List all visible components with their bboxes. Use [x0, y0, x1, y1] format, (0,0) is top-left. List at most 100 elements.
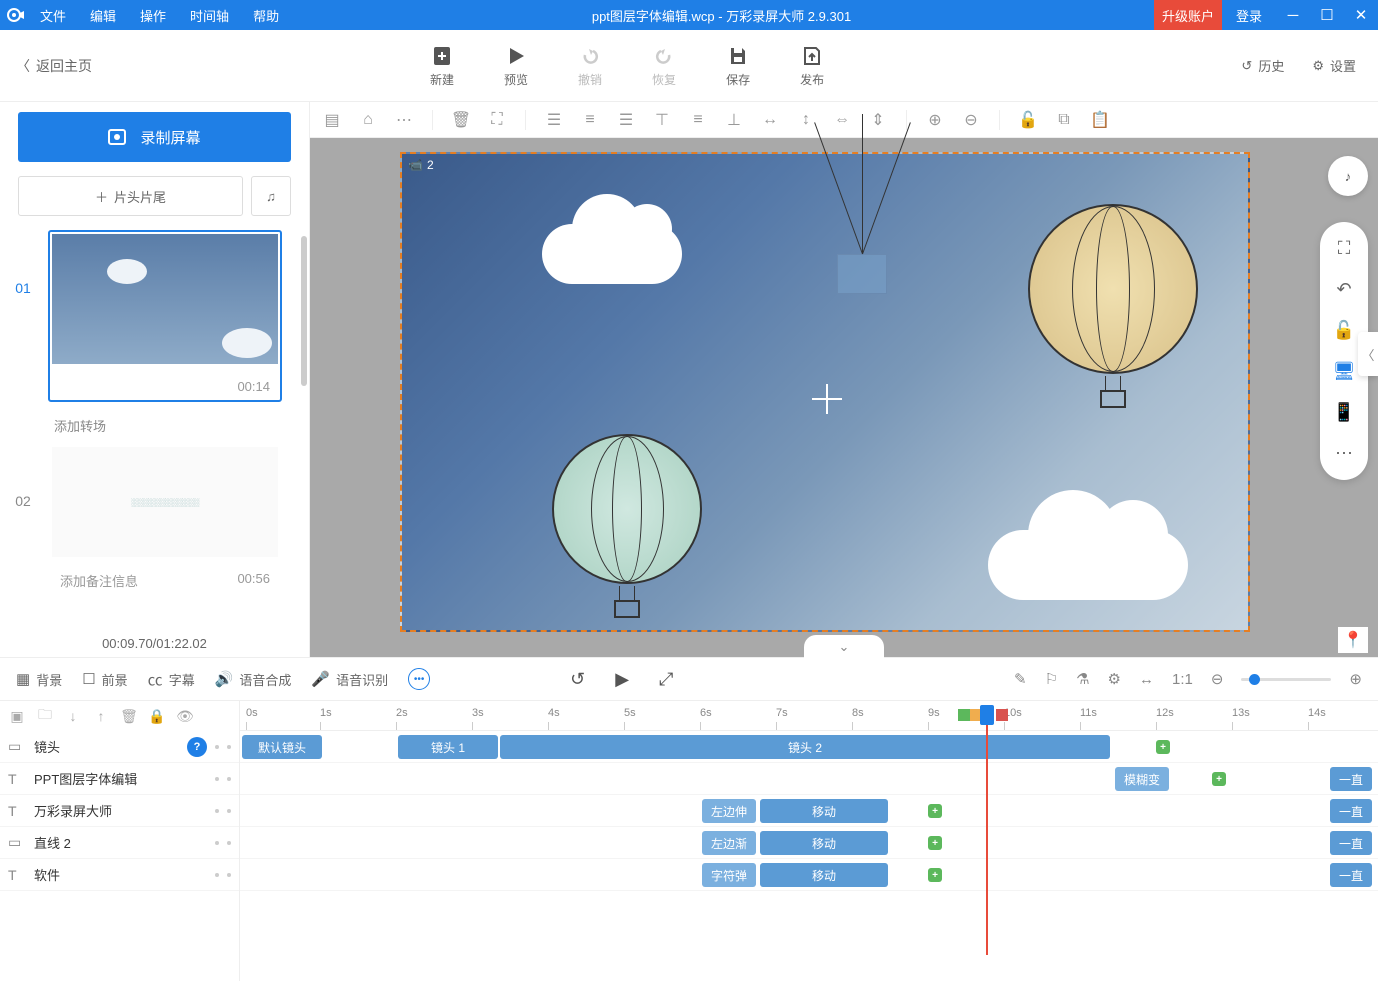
settings-icon[interactable]: ⚙ [1108, 670, 1121, 688]
timeline-ruler[interactable]: 0s 1s 2s 3s 4s 5s 6s 7s 8s 9s 10s 11s 12… [240, 701, 1378, 731]
paste-icon[interactable]: 📋 [1088, 108, 1112, 132]
minimize-button[interactable]: ─ [1276, 0, 1310, 30]
trash-icon[interactable]: 🗑 [120, 708, 138, 725]
zoom-slider[interactable] [1241, 678, 1331, 681]
add-track-icon[interactable]: ▣ [8, 708, 26, 725]
mobile-icon[interactable]: 📱 [1333, 402, 1355, 423]
unlock-icon[interactable]: 🔓 [1016, 108, 1040, 132]
copy-icon[interactable]: ⧉ [1052, 108, 1076, 132]
tab-asr[interactable]: 🎤语音识别 [311, 670, 388, 689]
clip-shot2[interactable]: 镜头 2 [500, 735, 1110, 759]
canvas-stage[interactable]: 📹2 [400, 152, 1250, 632]
align-top-icon[interactable]: ⊤ [650, 108, 674, 132]
more-tabs-button[interactable]: ••• [408, 668, 430, 690]
new-button[interactable]: 新建 [430, 43, 454, 88]
align-bottom-icon[interactable]: ⊥ [722, 108, 746, 132]
folder-icon[interactable]: 🗀 [36, 704, 54, 728]
zoom-out-icon[interactable]: ⊖ [1211, 670, 1224, 688]
add-keyframe-button[interactable]: + [928, 836, 942, 850]
record-screen-button[interactable]: 录制屏幕 [18, 112, 291, 162]
tab-foreground[interactable]: ☐前景 [82, 670, 127, 689]
add-keyframe-button[interactable]: + [928, 804, 942, 818]
menu-edit[interactable]: 编辑 [80, 1, 126, 30]
track-line[interactable]: ▭ 直线 2 [0, 827, 239, 859]
add-keyframe-button[interactable]: + [1156, 740, 1170, 754]
edit-icon[interactable]: ✎ [1014, 670, 1027, 688]
redo-button[interactable]: 恢复 [652, 43, 676, 88]
maximize-button[interactable]: ☐ [1310, 0, 1344, 30]
tab-background[interactable]: ▦背景 [16, 670, 62, 689]
ratio-icon[interactable]: 1:1 [1172, 671, 1193, 688]
collapse-canvas-button[interactable]: ⌄ [804, 635, 884, 659]
clip-chartype[interactable]: 字符弹 [702, 863, 756, 887]
music-float-button[interactable]: ♪ [1328, 156, 1368, 196]
align-center-icon[interactable]: ≡ [578, 108, 602, 132]
desktop-icon[interactable]: 🖥 [1333, 361, 1356, 382]
clip-always[interactable]: 一直 [1330, 831, 1372, 855]
clip-default-shot[interactable]: 默认镜头 [242, 735, 322, 759]
more-icon[interactable]: ⋯ [1335, 443, 1353, 464]
focus-icon[interactable]: ⛶ [485, 108, 509, 132]
rewind-button[interactable]: ↺ [570, 669, 585, 690]
clip-shot1[interactable]: 镜头 1 [398, 735, 498, 759]
clip-stretch[interactable]: 左边伸 [702, 799, 756, 823]
tab-subtitle[interactable]: ㏄字幕 [148, 669, 195, 690]
eye-icon[interactable]: 👁 [176, 708, 194, 725]
side-panel-toggle[interactable]: 〈 [1358, 332, 1378, 376]
track-camera[interactable]: ▭ 镜头 ? [0, 731, 239, 763]
settings-button[interactable]: ⚙设置 [1312, 56, 1356, 75]
up-icon[interactable]: ↑ [92, 708, 110, 724]
layer-panel-icon[interactable]: ▤ [320, 108, 344, 132]
preview-button[interactable]: 预览 [504, 43, 528, 88]
home-icon[interactable]: ⌂ [356, 108, 380, 132]
clip-move[interactable]: 移动 [760, 831, 888, 855]
scrollbar[interactable] [301, 236, 307, 386]
align-right-icon[interactable]: ☰ [614, 108, 638, 132]
align-left-icon[interactable]: ☰ [542, 108, 566, 132]
lock-icon[interactable]: 🔒 [148, 708, 166, 725]
track-text-2[interactable]: T 万彩录屏大师 [0, 795, 239, 827]
tab-tts[interactable]: 🔊语音合成 [215, 670, 292, 689]
clip-move[interactable]: 移动 [760, 799, 888, 823]
zoom-out-icon[interactable]: ⊖ [959, 108, 983, 132]
trash-icon[interactable]: 🗑 [449, 108, 473, 132]
clip-fade[interactable]: 左边渐 [702, 831, 756, 855]
save-button[interactable]: 保存 [726, 43, 750, 88]
add-keyframe-button[interactable]: + [928, 868, 942, 882]
unlock-icon[interactable]: 🔓 [1333, 320, 1355, 341]
help-icon[interactable]: ? [187, 737, 207, 757]
zoom-in-icon[interactable]: ⊕ [923, 108, 947, 132]
expand-button[interactable]: ⤢ [659, 669, 673, 690]
add-heads-button[interactable]: ＋片头片尾 [18, 176, 243, 216]
lane-text3[interactable]: 字符弹 移动 + 一直 [240, 859, 1378, 891]
add-keyframe-button[interactable]: + [1212, 772, 1226, 786]
lane-line[interactable]: 左边渐 移动 + 一直 [240, 827, 1378, 859]
fit-width-icon[interactable]: ↔ [1139, 671, 1154, 688]
close-button[interactable]: ✕ [1344, 0, 1378, 30]
clip-blur[interactable]: 模糊变 [1115, 767, 1169, 791]
keyframe-marker[interactable] [958, 709, 970, 721]
publish-button[interactable]: 发布 [800, 43, 824, 88]
undo-button[interactable]: 撤销 [578, 43, 602, 88]
pin-icon[interactable]: 📍 [1338, 627, 1368, 653]
play-button[interactable]: ▶ [615, 669, 629, 690]
music-button[interactable]: ♫ [251, 176, 291, 216]
back-home-button[interactable]: 〈 返回主页 [0, 56, 310, 76]
lane-text2[interactable]: 左边伸 移动 + 一直 [240, 795, 1378, 827]
menu-action[interactable]: 操作 [130, 1, 176, 30]
zoom-in-icon[interactable]: ⊕ [1349, 670, 1362, 688]
lane-camera[interactable]: 默认镜头 镜头 1 镜头 2 + [240, 731, 1378, 763]
playhead[interactable] [980, 705, 994, 725]
login-button[interactable]: 登录 [1222, 6, 1276, 25]
track-text-3[interactable]: T 软件 [0, 859, 239, 891]
history-button[interactable]: ↺历史 [1241, 56, 1284, 75]
slide-thumbnail-2[interactable]: ░░░░░░░░░░░░ 添加备注信息 00:56 [48, 443, 282, 598]
dist-h-icon[interactable]: ↔ [758, 108, 782, 132]
track-text-1[interactable]: T PPT图层字体编辑 [0, 763, 239, 795]
down-icon[interactable]: ↓ [64, 708, 82, 724]
menu-file[interactable]: 文件 [30, 1, 76, 30]
upgrade-button[interactable]: 升级账户 [1154, 0, 1222, 30]
fullscreen-icon[interactable]: ⛶ [1338, 238, 1351, 259]
add-transition-button[interactable]: 添加转场 [4, 408, 297, 443]
slide-thumbnail-1[interactable]: 00:14 [48, 230, 282, 402]
